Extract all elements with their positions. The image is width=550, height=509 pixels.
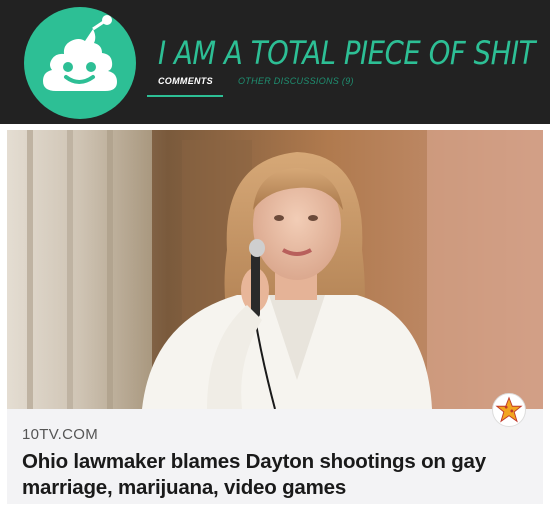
subreddit-logo-icon[interactable] — [21, 7, 139, 119]
post-thumbnail-image[interactable] — [7, 130, 543, 409]
star-award-icon[interactable] — [492, 393, 526, 427]
subreddit-title[interactable]: I AM A TOTAL PIECE OF SHIT — [158, 34, 535, 72]
tab-other-discussions[interactable]: OTHER DISCUSSIONS (9) — [238, 76, 354, 86]
active-tab-indicator — [147, 95, 223, 97]
post-domain[interactable]: 10TV.COM — [22, 426, 98, 443]
post-meta: 10TV.COM Ohio lawmaker blames Dayton sho… — [7, 409, 543, 504]
post-headline[interactable]: Ohio lawmaker blames Dayton shootings on… — [22, 449, 537, 501]
subreddit-header: I AM A TOTAL PIECE OF SHIT COMMENTS OTHE… — [0, 0, 550, 124]
link-post-card[interactable]: 10TV.COM Ohio lawmaker blames Dayton sho… — [7, 130, 543, 504]
tab-comments[interactable]: COMMENTS — [158, 76, 213, 86]
